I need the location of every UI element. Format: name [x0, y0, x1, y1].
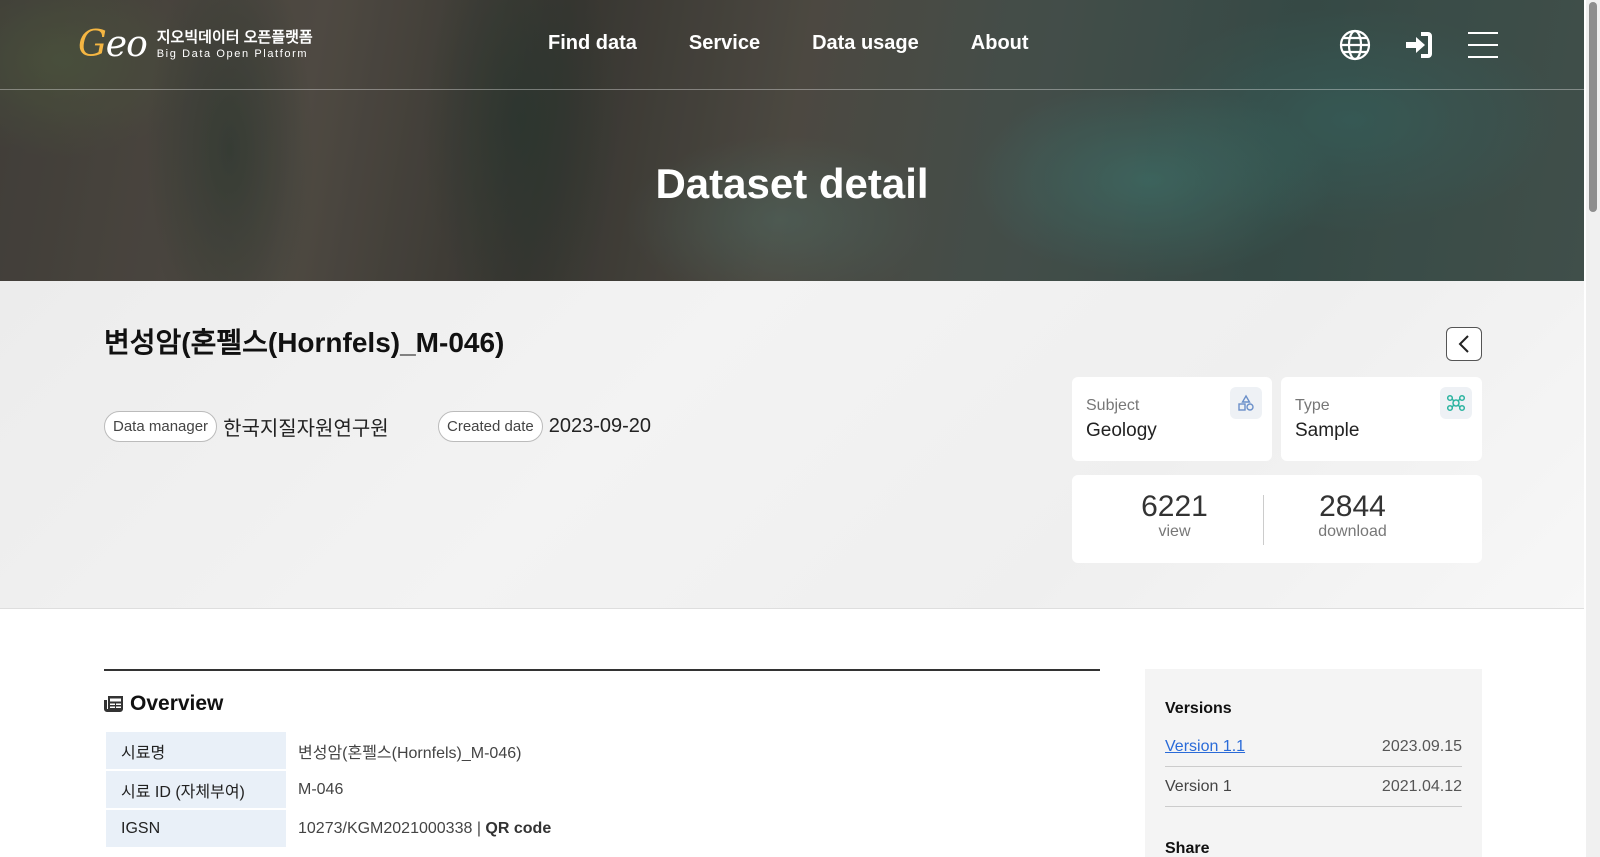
- nav-service[interactable]: Service: [689, 32, 760, 55]
- nav-find-data[interactable]: Find data: [548, 32, 637, 55]
- version-link[interactable]: Version 1.1: [1165, 738, 1245, 756]
- type-card: Type Sample: [1281, 377, 1482, 461]
- version-label: Version 1: [1165, 777, 1232, 795]
- page-scrollbar[interactable]: [1586, 0, 1600, 857]
- created-date-value: 2023-09-20: [548, 415, 652, 437]
- network-icon: [1440, 387, 1472, 419]
- versions-title: Versions: [1165, 700, 1232, 717]
- subject-label: Subject: [1086, 397, 1140, 414]
- site-logo[interactable]: Geo 지오빅데이터 오픈플랫폼 Big Data Open Platform: [78, 26, 313, 64]
- overview-heading: Overview: [104, 692, 223, 716]
- overview-title: Overview: [130, 692, 224, 715]
- stats-card: 6221 view 2844 download: [1072, 475, 1482, 563]
- back-button[interactable]: [1446, 327, 1482, 361]
- version-date: 2021.04.12: [1381, 777, 1462, 795]
- view-count: 6221: [1141, 490, 1208, 523]
- nav-about[interactable]: About: [971, 32, 1029, 55]
- table-value: 변성암(혼펠스(Hornfels)_M-046): [298, 744, 522, 762]
- type-label: Type: [1295, 397, 1330, 414]
- dataset-summary: 변성암(혼펠스(Hornfels)_M-046) Data manager 한국…: [0, 281, 1584, 609]
- overview-table: 시료명 변성암(혼펠스(Hornfels)_M-046) 시료 ID (자체부여…: [106, 731, 1100, 848]
- created-date-meta: Created date 2023-09-20: [438, 411, 651, 442]
- version-date: 2023.09.15: [1381, 737, 1462, 755]
- version-row: Version 1.1 2023.09.15: [1165, 727, 1462, 767]
- nav-data-usage[interactable]: Data usage: [812, 32, 919, 55]
- download-stat: 2844 download: [1250, 491, 1455, 541]
- data-manager-chip: Data manager: [104, 411, 218, 442]
- login-icon[interactable]: [1402, 28, 1438, 64]
- share-title: Share: [1165, 840, 1210, 857]
- dataset-title: 변성암(혼펠스(Hornfels)_M-046): [104, 327, 505, 358]
- main-nav: Find data Service Data usage About: [548, 32, 1029, 55]
- qr-code-link[interactable]: QR code: [485, 820, 551, 837]
- view-stat: 6221 view: [1072, 491, 1277, 541]
- table-value: M-046: [298, 780, 344, 798]
- shapes-icon: [1230, 387, 1262, 419]
- subject-card: Subject Geology: [1072, 377, 1272, 461]
- type-value: Sample: [1295, 420, 1360, 441]
- logo-korean-text: 지오빅데이터 오픈플랫폼: [156, 29, 313, 46]
- subject-value: Geology: [1086, 420, 1157, 441]
- table-key: 시료 ID (자체부여): [106, 771, 286, 808]
- newspaper-icon: [104, 696, 123, 712]
- table-row: 시료명 변성암(혼펠스(Hornfels)_M-046): [106, 731, 1100, 770]
- created-date-chip: Created date: [438, 411, 543, 442]
- menu-icon[interactable]: [1466, 28, 1502, 64]
- table-key: 시료명: [106, 732, 286, 769]
- logo-mark: Geo: [78, 24, 148, 65]
- table-row: IGSN 10273/KGM2021000338 | QR code: [106, 809, 1100, 848]
- download-label: download: [1318, 523, 1387, 540]
- versions-panel: Versions Version 1.1 2023.09.15 Version …: [1145, 669, 1482, 857]
- globe-icon[interactable]: [1338, 28, 1374, 64]
- logo-english-text: Big Data Open Platform: [156, 48, 309, 60]
- version-row: Version 1 2021.04.12: [1165, 767, 1462, 807]
- table-row: 시료 ID (자체부여) M-046: [106, 770, 1100, 809]
- data-manager-meta: Data manager 한국지질자원연구원: [104, 411, 389, 442]
- data-manager-value: 한국지질자원연구원: [223, 418, 389, 440]
- igsn-value: 10273/KGM2021000338 |: [298, 819, 486, 837]
- top-navigation-bar: Geo 지오빅데이터 오픈플랫폼 Big Data Open Platform …: [0, 0, 1584, 90]
- download-count: 2844: [1319, 490, 1386, 523]
- scrollbar-thumb[interactable]: [1589, 2, 1597, 212]
- chevron-left-icon: [1458, 335, 1469, 353]
- section-divider: [104, 669, 1100, 671]
- view-label: view: [1158, 523, 1191, 540]
- table-value: 10273/KGM2021000338 | QR code: [286, 820, 551, 838]
- table-key: IGSN: [106, 810, 286, 847]
- page-title: Dataset detail: [655, 160, 929, 207]
